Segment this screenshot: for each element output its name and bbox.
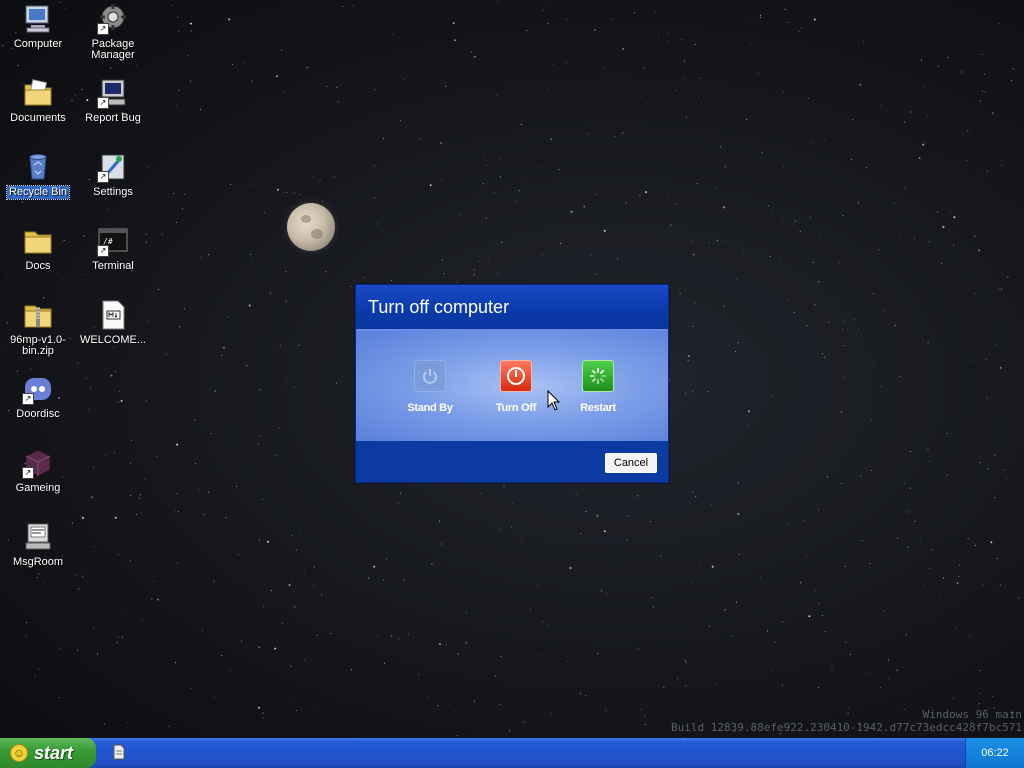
desktop-icon-settings[interactable]: ↗ Settings xyxy=(77,151,149,199)
desktop-icon-label: Terminal xyxy=(92,260,134,272)
moon-image xyxy=(287,203,335,251)
desktop-icon-label: 96mp-v1.0-bin.zip xyxy=(10,334,66,357)
turn-off-dialog: Turn off computer Stand By Turn Off Rest… xyxy=(355,284,669,483)
stand-by-power-icon xyxy=(414,360,446,392)
start-label: start xyxy=(34,742,74,763)
discord-icon: ↗ xyxy=(22,373,54,405)
smiley-icon: ☺ xyxy=(10,744,28,762)
dialog-footer: Cancel xyxy=(356,441,668,482)
game-cube-icon: ↗ xyxy=(22,447,54,479)
desktop-icon-label: Gameing xyxy=(15,482,61,494)
desktop-icon-label: WELCOME... xyxy=(79,334,146,346)
taskbar: ☺ start 06:22 xyxy=(0,738,1024,768)
folder-documents-icon xyxy=(22,77,54,109)
computer-icon xyxy=(22,3,54,35)
stand-by-label: Stand By xyxy=(407,402,453,414)
package-manager-icon: ↗ xyxy=(97,3,129,35)
restart-icon xyxy=(582,360,614,392)
desktop-icon-label: Docs xyxy=(25,260,51,272)
watermark-line-2: Build 12839.88efe922.230410-1942.d77c73e… xyxy=(671,721,1022,734)
desktop-icon-label: Recycle Bin xyxy=(5,185,71,200)
msgroom-icon xyxy=(22,521,54,553)
folder-icon xyxy=(22,225,54,257)
desktop-icon-zip[interactable]: 96mp-v1.0-bin.zip xyxy=(2,299,74,358)
dialog-body: Stand By Turn Off Restart xyxy=(356,331,668,441)
desktop-icon-label: Documents xyxy=(10,112,66,124)
desktop-icon-terminal[interactable]: /# ↗ Terminal xyxy=(77,225,149,273)
shortcut-arrow-icon: ↗ xyxy=(97,23,109,35)
desktop-icon-documents[interactable]: Documents xyxy=(2,77,74,125)
desktop-icon-doordisc[interactable]: ↗ Doordisc xyxy=(2,373,74,421)
desktop-icon-gameing[interactable]: ↗ Gameing xyxy=(2,447,74,495)
restart-label: Restart xyxy=(580,402,616,414)
settings-icon: ↗ xyxy=(97,151,129,183)
build-watermark: Windows 96 main Build 12839.88efe922.230… xyxy=(671,708,1022,734)
desktop-icon-welcome[interactable]: WELCOME... xyxy=(77,299,149,347)
shortcut-arrow-icon: ↗ xyxy=(22,393,34,405)
desktop-icon-report-bug[interactable]: ↗ Report Bug xyxy=(77,77,149,125)
system-clock[interactable]: 06:22 xyxy=(965,738,1024,768)
shortcut-arrow-icon: ↗ xyxy=(22,467,34,479)
quick-launch-document-icon[interactable] xyxy=(112,744,126,760)
desktop-icon-label: MsgRoom xyxy=(12,556,64,568)
terminal-icon: /# ↗ xyxy=(97,225,129,257)
dialog-title: Turn off computer xyxy=(356,285,668,331)
report-bug-icon: ↗ xyxy=(97,77,129,109)
shortcut-arrow-icon: ↗ xyxy=(97,97,109,109)
turn-off-label: Turn Off xyxy=(495,402,537,414)
desktop-icon-label: Report Bug xyxy=(85,112,141,124)
shortcut-arrow-icon: ↗ xyxy=(97,171,109,183)
watermark-line-1: Windows 96 main xyxy=(922,708,1022,721)
restart-option[interactable]: Restart xyxy=(558,360,638,414)
turn-off-power-icon xyxy=(500,360,532,392)
start-button[interactable]: ☺ start xyxy=(0,738,96,768)
desktop-icon-label: Doordisc xyxy=(16,408,60,420)
desktop-icon-label: Computer xyxy=(13,38,63,50)
turn-off-option[interactable]: Turn Off xyxy=(476,360,556,414)
desktop-icon-label: Package Manager xyxy=(91,38,135,61)
mouse-cursor-icon xyxy=(547,390,561,411)
desktop-icon-recycle-bin[interactable]: Recycle Bin xyxy=(2,151,74,200)
desktop-icon-docs[interactable]: Docs xyxy=(2,225,74,273)
cancel-button[interactable]: Cancel xyxy=(605,453,657,473)
desktop-icon-msgroom[interactable]: MsgRoom xyxy=(2,521,74,569)
recycle-bin-icon xyxy=(22,151,54,183)
desktop-icon-package-manager[interactable]: ↗ Package Manager xyxy=(77,3,149,62)
desktop-icon-label: Settings xyxy=(93,186,133,198)
stand-by-option[interactable]: Stand By xyxy=(390,360,470,414)
markdown-file-icon xyxy=(97,299,129,331)
desktop-icon-computer[interactable]: Computer xyxy=(2,3,74,51)
shortcut-arrow-icon: ↗ xyxy=(97,245,109,257)
zip-folder-icon xyxy=(22,299,54,331)
